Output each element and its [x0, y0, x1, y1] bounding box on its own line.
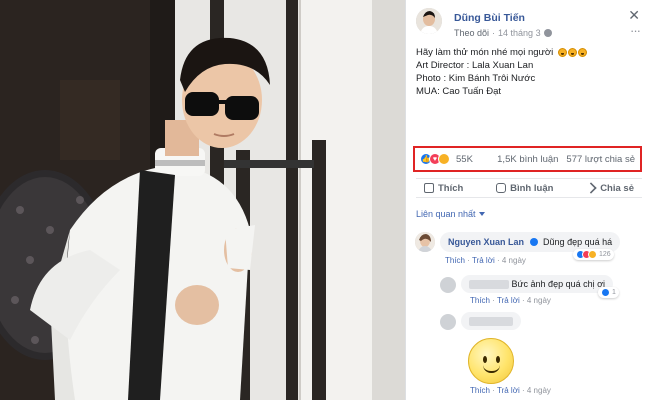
caption-emojis — [557, 47, 587, 57]
comment-reply-link[interactable]: Trả lời — [497, 296, 520, 305]
post-photo[interactable] — [0, 0, 405, 400]
commenter-avatar[interactable] — [415, 232, 435, 252]
author-name[interactable]: Dũng Bùi Tiến — [454, 12, 525, 24]
caption-line: MUA: Cao Tuấn Đạt — [416, 86, 502, 97]
more-options-icon[interactable]: ··· — [630, 24, 641, 37]
comment-like-link[interactable]: Thích — [470, 386, 490, 395]
smiley-sticker — [468, 338, 514, 384]
laugh-emoji-icon — [567, 47, 577, 57]
comment-reply-link[interactable]: Trả lời — [497, 386, 520, 395]
blurred-commenter-name — [469, 317, 513, 327]
comment-text: Dũng đẹp quá há — [543, 237, 613, 247]
haha-reaction-icon — [588, 250, 597, 259]
comment-button[interactable]: Bình luận — [488, 183, 561, 194]
commenter-avatar[interactable] — [440, 277, 456, 293]
comment-reaction-count: 126 — [599, 251, 611, 258]
laugh-emoji-icon — [577, 47, 587, 57]
comment-time[interactable]: 4 ngày — [527, 296, 551, 305]
caption-line: Art Director : Lala Xuan Lan — [416, 60, 534, 71]
post-meta: Theo dõi · 14 tháng 3 — [454, 28, 552, 38]
post-panel: Dũng Bùi Tiến Theo dõi · 14 tháng 3 ✕ ··… — [405, 0, 645, 400]
verified-badge-icon — [529, 238, 538, 246]
thumbs-up-icon — [424, 183, 434, 193]
share-button[interactable]: Chia sẻ — [578, 182, 642, 194]
chevron-down-icon — [478, 212, 485, 216]
comment-bubble: Bức ảnh đẹp quá chị ơi — [461, 275, 614, 293]
shares-count[interactable]: 577 lượt chia sẻ — [566, 154, 635, 165]
close-icon[interactable]: ✕ — [628, 8, 640, 22]
comments-count[interactable]: 1,5K bình luận — [497, 154, 558, 165]
reactions-count[interactable]: 55K — [456, 154, 473, 165]
comment-sort-dropdown[interactable]: Liên quan nhất — [416, 209, 485, 219]
post-action-bar: Thích Bình luận Chia sẻ — [416, 178, 642, 198]
commenter-name[interactable]: Nguyen Xuan Lan — [448, 237, 524, 247]
post-caption: Hãy làm thử món nhé mọi người Art Direct… — [416, 46, 642, 98]
author-avatar[interactable] — [416, 8, 442, 34]
meta-separator: · — [492, 28, 496, 38]
share-icon — [585, 182, 597, 194]
comment-reactions[interactable]: 126 — [573, 249, 614, 260]
follow-link[interactable]: Theo dõi — [454, 28, 489, 38]
photo-illustration — [0, 0, 405, 400]
comment-like-link[interactable]: Thích — [470, 296, 490, 305]
reaction-summary: 👍 ♥ 55K 1,5K bình luận 577 lượt chia sẻ — [413, 146, 642, 172]
reaction-icons[interactable]: 👍 ♥ — [420, 153, 450, 165]
post-date[interactable]: 14 tháng 3 — [498, 28, 541, 38]
comment-time[interactable]: 4 ngày — [502, 256, 526, 265]
comment-reply-link[interactable]: Trả lời — [472, 256, 495, 265]
comment-actions: Thích · Trả lời · 4 ngày — [445, 256, 526, 265]
comment-item — [440, 312, 640, 334]
comment-reaction-count: 1 — [612, 289, 616, 296]
laugh-emoji-icon — [557, 47, 567, 57]
commenter-avatar[interactable] — [440, 314, 456, 330]
comment-reactions[interactable]: 1 — [598, 287, 619, 298]
comment-item: Bức ảnh đẹp quá chị ơi 1 — [440, 275, 640, 298]
like-button[interactable]: Thích — [416, 183, 471, 194]
comment-bubble — [461, 312, 521, 330]
caption-line: Hãy làm thử món nhé mọi người — [416, 46, 642, 59]
comment-text: Bức ảnh đẹp quá chị ơi — [511, 279, 606, 289]
caption-line: Photo : Kim Bánh Trôi Nước — [416, 73, 536, 84]
comment-actions: Thích · Trả lời · 4 ngày — [470, 386, 551, 395]
globe-icon — [543, 29, 552, 37]
haha-reaction-icon — [438, 153, 450, 165]
blurred-commenter-name — [469, 280, 509, 290]
comment-icon — [496, 183, 507, 193]
comment-actions: Thích · Trả lời · 4 ngày — [470, 296, 551, 305]
post-header: Dũng Bùi Tiến Theo dõi · 14 tháng 3 ✕ ··… — [416, 8, 642, 40]
comment-like-link[interactable]: Thích — [445, 256, 465, 265]
like-reaction-icon — [601, 288, 610, 297]
comment-time[interactable]: 4 ngày — [527, 386, 551, 395]
